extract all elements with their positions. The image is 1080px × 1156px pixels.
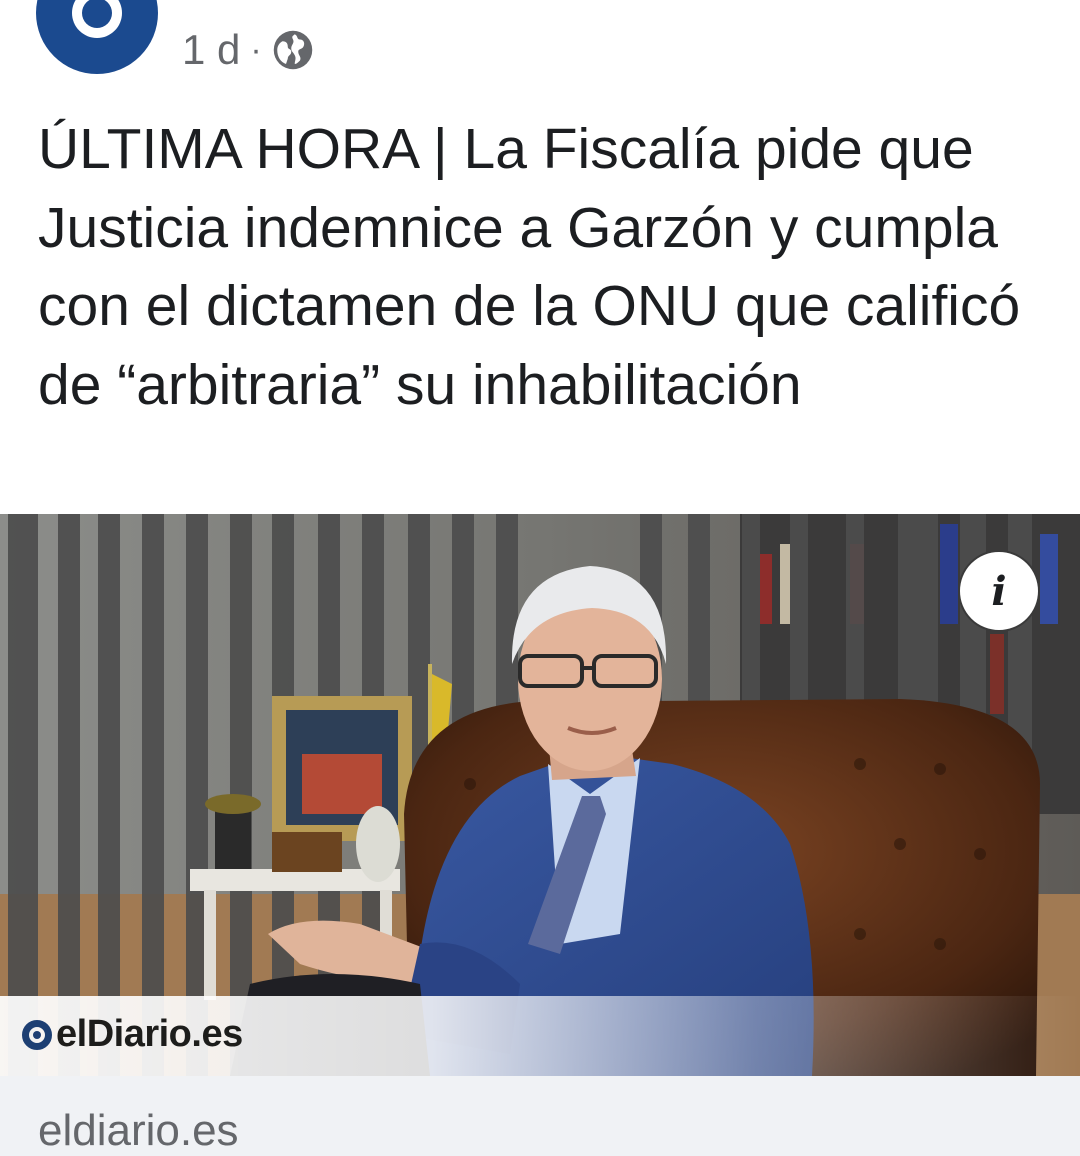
link-preview-image[interactable] bbox=[0, 514, 1080, 1076]
eldiario-logo-icon bbox=[22, 1019, 52, 1050]
photo-illustration bbox=[0, 514, 1080, 1076]
link-domain[interactable]: eldiario.es bbox=[38, 1106, 239, 1156]
post-time[interactable]: 1 d bbox=[182, 26, 240, 74]
globe-icon bbox=[273, 30, 312, 70]
more-options-icon[interactable] bbox=[992, 0, 1052, 18]
meta-separator: · bbox=[250, 30, 262, 69]
post-header: 1 d · bbox=[0, 0, 1080, 100]
page-avatar[interactable] bbox=[36, 0, 158, 74]
post-headline: ÚLTIMA HORA | La Fiscalía pide que Justi… bbox=[38, 117, 1021, 417]
avatar-ring bbox=[72, 0, 122, 38]
source-logo-text: elDiario.es bbox=[56, 1013, 243, 1055]
source-logo: elDiario.es bbox=[22, 1013, 243, 1056]
post-meta: 1 d · bbox=[182, 26, 314, 74]
avatar-dot bbox=[82, 0, 112, 28]
info-icon[interactable]: i bbox=[958, 550, 1040, 632]
